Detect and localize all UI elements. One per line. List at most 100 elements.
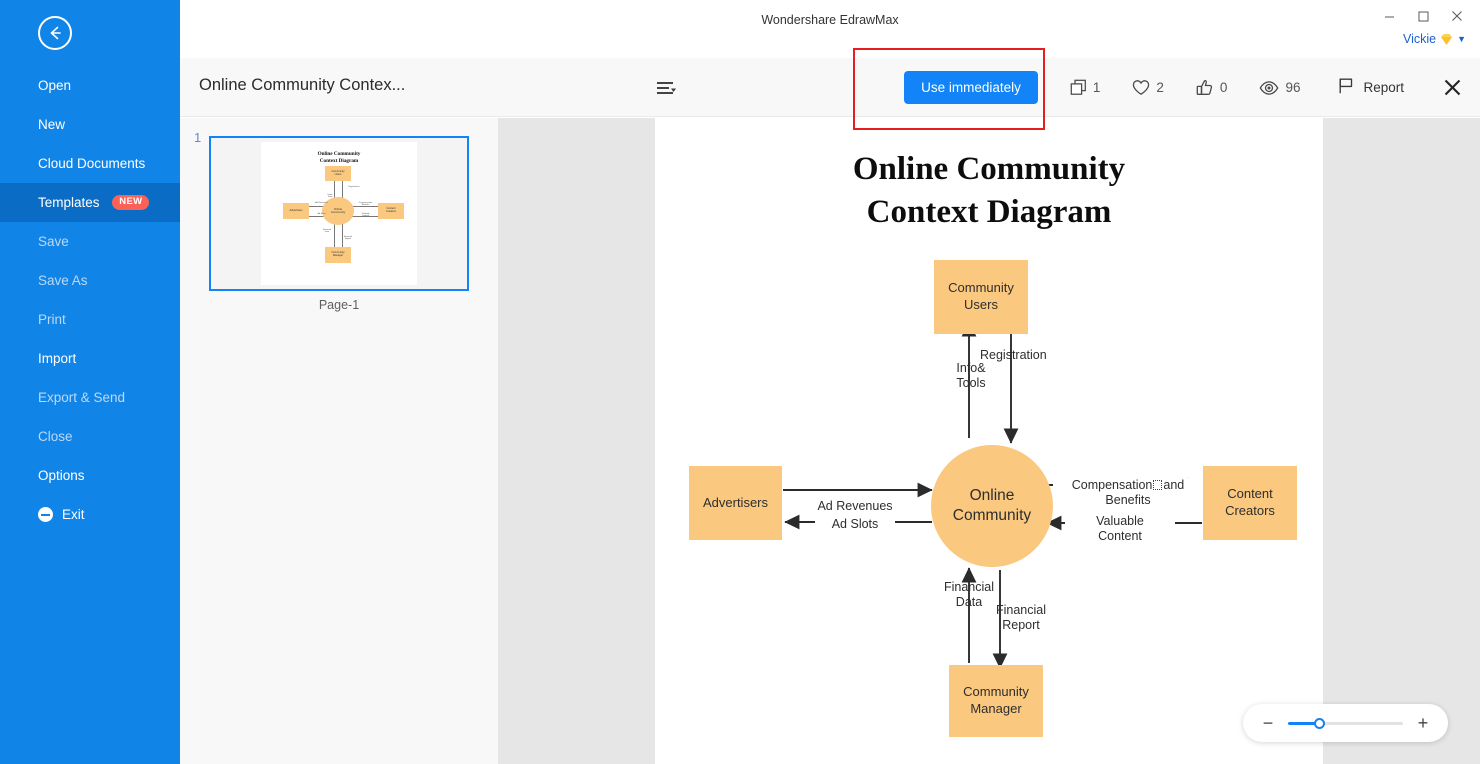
thumb-title-line1: Online Community: [317, 151, 361, 157]
sidebar-item-print[interactable]: Print: [0, 300, 180, 339]
use-immediately-button[interactable]: Use immediately: [904, 71, 1038, 104]
new-badge: NEW: [112, 194, 150, 210]
file-menu-sidebar: Open New Cloud Documents Templates NEW S…: [0, 0, 180, 764]
page-thumbnail[interactable]: Online Community Context Diagram Communi…: [209, 136, 469, 291]
sidebar-item-save-as[interactable]: Save As: [0, 261, 180, 300]
report-label: Report: [1363, 80, 1404, 95]
missing-glyph-icon: [1153, 480, 1163, 490]
edge-label-ad-revenues: Ad Revenues: [800, 499, 910, 514]
report-button[interactable]: Report: [1338, 77, 1404, 98]
edge-label-financial-report: Financial Report: [985, 603, 1057, 632]
maximize-button[interactable]: [1406, 3, 1440, 29]
page-thumbnail-label: Page-1: [318, 298, 360, 312]
edge-label-info-tools: Info& Tools: [948, 361, 994, 390]
edge-label-ad-slots: Ad Slots: [815, 517, 895, 532]
thumb-title-line2: Context Diagram: [319, 158, 359, 164]
stat-value: 1: [1092, 80, 1101, 95]
chevron-down-icon: ▼: [1457, 34, 1466, 44]
document-header: Online Community Contex... Use immediate…: [180, 58, 1480, 117]
sidebar-item-label: Export & Send: [38, 390, 126, 405]
thumb-node-creators: Content Creators: [378, 203, 404, 219]
sidebar-item-label: Print: [38, 312, 66, 327]
canvas-area[interactable]: Online Community Context Diagram Communi…: [498, 118, 1480, 764]
account-menu[interactable]: Vickie ▼: [1403, 31, 1466, 46]
thumbnail-preview: Online Community Context Diagram Communi…: [261, 142, 417, 285]
window-controls: [1372, 3, 1474, 29]
node-line-1: Online: [969, 486, 1015, 504]
sidebar-item-open[interactable]: Open: [0, 66, 180, 105]
sidebar-item-cloud-documents[interactable]: Cloud Documents: [0, 144, 180, 183]
diagram-node-community-manager[interactable]: Community Manager: [949, 665, 1043, 737]
window-close-button[interactable]: [1440, 3, 1474, 29]
list-menu-caret-icon: [657, 82, 676, 94]
sidebar-item-label: Import: [38, 351, 77, 366]
document-title: Online Community Contex...: [199, 76, 406, 94]
sidebar-item-label: Templates: [38, 195, 100, 210]
sidebar-item-label: Exit: [62, 507, 85, 522]
edge-label-line-1a: Compensation: [1071, 478, 1153, 492]
stat-value: 96: [1285, 80, 1301, 95]
back-arrow-icon: [50, 26, 61, 40]
node-line-1: Community: [963, 684, 1029, 700]
edge-label-line-2: Content: [1098, 528, 1142, 543]
stat-copies[interactable]: 1: [1070, 79, 1101, 96]
document-page[interactable]: Online Community Context Diagram Communi…: [655, 118, 1323, 764]
node-line-1: Advertisers: [702, 494, 769, 510]
sidebar-item-export-and-send[interactable]: Export & Send: [0, 378, 180, 417]
sidebar-item-templates[interactable]: Templates NEW: [0, 183, 180, 222]
diagram-node-online-community[interactable]: Online Community: [931, 445, 1053, 567]
edge-label-line-1: Ad Slots: [831, 517, 879, 531]
diagram-node-content-creators[interactable]: Content Creators: [1203, 466, 1297, 540]
zoom-slider-track[interactable]: [1288, 717, 1403, 729]
minimize-button[interactable]: [1372, 3, 1406, 29]
edge-label-line-1: Registration: [980, 348, 1047, 362]
account-username: Vickie: [1402, 31, 1437, 46]
back-button[interactable]: [38, 16, 72, 50]
diagram-node-community-users[interactable]: Community Users: [934, 260, 1028, 334]
thumb-node-users: Community Users: [325, 166, 351, 181]
thumb-node-manager: Community Manager: [325, 247, 351, 263]
edge-label-line-2: Benefits: [1105, 492, 1151, 507]
close-template-button[interactable]: [1440, 76, 1464, 100]
close-icon: [1444, 79, 1460, 96]
sidebar-item-label: New: [38, 117, 66, 132]
node-line-2: Creators: [1225, 503, 1275, 518]
edge-label-line-1: Info&: [956, 361, 986, 375]
sidebar-item-label: Cloud Documents: [38, 156, 146, 171]
sidebar-item-options[interactable]: Options: [0, 456, 180, 495]
edge-label-line-1: Valuable: [1096, 514, 1144, 528]
eye-icon: [1259, 80, 1279, 96]
edge-label-line-1: Financial: [943, 580, 995, 594]
page-thumbnail-panel: 1 Online Community Context Diagram Commu…: [180, 118, 498, 764]
diagram-node-advertisers[interactable]: Advertisers: [689, 466, 782, 540]
thumb-node-advertisers: Advertisers: [283, 203, 309, 219]
heart-icon: [1132, 79, 1150, 96]
sidebar-item-exit[interactable]: Exit: [0, 495, 180, 534]
close-icon: [1452, 11, 1462, 21]
edge-label-registration: Registration: [980, 348, 1080, 363]
sidebar-item-save[interactable]: Save: [0, 222, 180, 261]
sidebar-item-label: Save As: [38, 273, 88, 288]
zoom-slider-handle[interactable]: [1313, 717, 1325, 729]
copy-icon: [1070, 79, 1087, 96]
sidebar-item-label: Save: [38, 234, 69, 249]
sidebar-item-new[interactable]: New: [0, 105, 180, 144]
document-menu-button[interactable]: [656, 80, 678, 96]
node-line-2: Community: [952, 507, 1032, 524]
window-title: Wondershare EdrawMax: [761, 13, 899, 27]
zoom-in-button[interactable]: +: [1414, 714, 1432, 732]
sidebar-item-close[interactable]: Close: [0, 417, 180, 456]
stat-likes-heart[interactable]: 2: [1132, 79, 1164, 96]
sidebar-item-label: Options: [38, 468, 85, 483]
stat-value: 2: [1156, 80, 1164, 95]
node-line-1: Content: [1227, 486, 1273, 502]
edge-label-line-1: Financial: [995, 603, 1047, 617]
sidebar-item-import[interactable]: Import: [0, 339, 180, 378]
vip-diamond-icon: [1439, 32, 1454, 47]
minus-circle-icon: [38, 507, 53, 522]
maximize-icon: [1418, 11, 1428, 21]
zoom-out-button[interactable]: −: [1259, 714, 1277, 732]
stat-views[interactable]: 96: [1259, 80, 1300, 96]
edge-label-line-2: Report: [1002, 617, 1040, 632]
stat-thumbs-up[interactable]: 0: [1196, 79, 1227, 97]
